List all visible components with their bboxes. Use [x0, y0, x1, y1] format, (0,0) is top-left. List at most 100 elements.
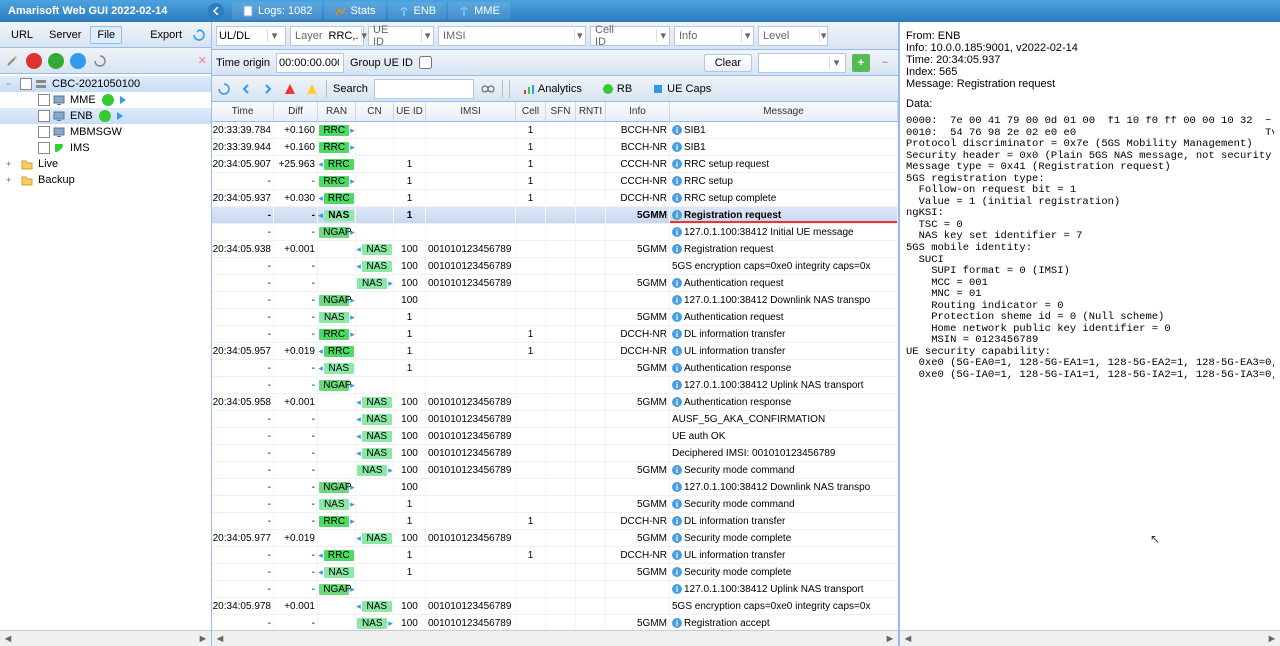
col-header-time[interactable]: Time — [212, 102, 274, 121]
refresh-logs-icon[interactable] — [216, 81, 232, 97]
play-icon[interactable] — [117, 112, 123, 120]
record-icon[interactable] — [26, 53, 42, 69]
next-icon[interactable] — [260, 81, 276, 97]
tree-node-ims[interactable]: IMS — [0, 140, 211, 156]
group-ueid-checkbox[interactable] — [419, 56, 432, 69]
log-row[interactable]: 20:34:05.907+25.963◂RRC11CCCH-NRiRRC set… — [212, 156, 898, 173]
tree-node-backup[interactable]: +Backup — [0, 172, 211, 188]
col-header-info[interactable]: Info — [606, 102, 670, 121]
tree-checkbox[interactable] — [38, 142, 50, 154]
circle-icon[interactable] — [70, 53, 86, 69]
col-header-ran[interactable]: RAN — [318, 102, 356, 121]
file-button[interactable]: File — [90, 26, 122, 44]
col-header-ue-id[interactable]: UE ID — [394, 102, 426, 121]
col-header-sfn[interactable]: SFN — [546, 102, 576, 121]
clear-button[interactable]: Clear — [704, 54, 752, 72]
log-row[interactable]: --◂NAS15GMMiSecurity mode complete — [212, 564, 898, 581]
log-row[interactable]: --◂NAS100001010123456789AUSF_5G_AKA_CONF… — [212, 411, 898, 428]
tree-checkbox[interactable] — [38, 94, 50, 106]
grid-scrollbar[interactable]: ◄► — [212, 630, 898, 646]
cellid-combo[interactable]: Cell ID▾ — [590, 26, 670, 46]
uldl-combo[interactable]: ▾ — [216, 26, 286, 46]
log-row[interactable]: --RRC▸11CCCH-NRiRRC setup — [212, 173, 898, 190]
collapse-sidebar-icon[interactable] — [208, 3, 224, 19]
log-row[interactable]: 20:34:05.938+0.001◂NAS100001010123456789… — [212, 241, 898, 258]
log-row[interactable]: --NGAP▸100i127.0.1.100:38412 Downlink NA… — [212, 292, 898, 309]
message-text: Registration request — [684, 210, 781, 221]
preset-combo[interactable]: ▾ — [758, 53, 846, 73]
tree-node-cbc-2021050100[interactable]: −CBC-2021050100 — [0, 76, 211, 92]
details-scrollbar[interactable]: ◄► — [900, 630, 1280, 646]
log-row[interactable]: --NAS▸1000010101234567895GMMiRegistratio… — [212, 615, 898, 630]
log-row[interactable]: --◂RRC11DCCH-NRiUL information transfer — [212, 547, 898, 564]
log-row[interactable]: --◂NAS15GMMiRegistration request — [212, 207, 898, 224]
sidebar-scrollbar[interactable]: ◄► — [0, 630, 211, 646]
time-origin-input[interactable] — [276, 53, 344, 73]
remove-filter-icon[interactable]: − — [876, 54, 894, 72]
imsi-combo[interactable]: IMSI▾ — [438, 26, 586, 46]
log-row[interactable]: --NGAP▸i127.0.1.100:38412 Uplink NAS tra… — [212, 581, 898, 598]
tree-checkbox[interactable] — [20, 78, 32, 90]
play-icon[interactable] — [120, 96, 126, 104]
log-row[interactable]: 20:33:39.784+0.160RRC▸1BCCH-NRiSIB1 — [212, 122, 898, 139]
log-row[interactable]: --NGAP▸i127.0.1.100:38412 Uplink NAS tra… — [212, 377, 898, 394]
col-header-cell[interactable]: Cell — [516, 102, 546, 121]
log-row[interactable]: 20:34:05.957+0.019◂RRC11DCCH-NRiUL infor… — [212, 343, 898, 360]
log-row[interactable]: 20:34:05.977+0.019◂NAS100001010123456789… — [212, 530, 898, 547]
log-row[interactable]: --◂NAS100001010123456789UE auth OK — [212, 428, 898, 445]
log-row[interactable]: --NGAP▸i127.0.1.100:38412 Initial UE mes… — [212, 224, 898, 241]
log-row[interactable]: 20:34:05.937+0.030◂RRC11DCCH-NRiRRC setu… — [212, 190, 898, 207]
analytics-button[interactable]: Analytics — [516, 80, 589, 98]
reload-icon[interactable] — [92, 53, 108, 69]
log-row[interactable]: --RRC▸11DCCH-NRiDL information transfer — [212, 326, 898, 343]
header-tab-mme[interactable]: MME — [448, 2, 510, 20]
col-header-diff[interactable]: Diff — [274, 102, 318, 121]
log-row[interactable]: --◂NAS15GMMiAuthentication response — [212, 360, 898, 377]
header-tab-stats[interactable]: Stats — [324, 2, 385, 20]
close-icon[interactable]: ✕ — [198, 54, 207, 67]
col-header-message[interactable]: Message — [670, 102, 898, 121]
header-tab-enb[interactable]: ENB — [388, 2, 447, 20]
tree-node-mbmsgw[interactable]: MBMSGW — [0, 124, 211, 140]
alert-icon[interactable] — [304, 81, 320, 97]
binoculars-icon[interactable] — [480, 81, 496, 97]
log-row[interactable]: --◂NAS1000010101234567895GS encryption c… — [212, 258, 898, 275]
col-header-rnti[interactable]: RNTI — [576, 102, 606, 121]
log-row[interactable]: --RRC▸11DCCH-NRiDL information transfer — [212, 513, 898, 530]
magic-icon[interactable] — [4, 53, 20, 69]
log-row[interactable]: --NAS▸1000010101234567895GMMiSecurity mo… — [212, 462, 898, 479]
tree-node-live[interactable]: +Live — [0, 156, 211, 172]
level-combo[interactable]: Level▾ — [758, 26, 828, 46]
log-row[interactable]: --NAS▸15GMMiAuthentication request — [212, 309, 898, 326]
server-button[interactable]: Server — [42, 26, 88, 44]
log-row[interactable]: --NAS▸15GMMiSecurity mode command — [212, 496, 898, 513]
warning-icon[interactable] — [282, 81, 298, 97]
log-row[interactable]: 20:34:05.978+0.001◂NAS100001010123456789… — [212, 598, 898, 615]
url-button[interactable]: URL — [4, 26, 40, 44]
col-header-imsi[interactable]: IMSI — [426, 102, 516, 121]
ok-icon[interactable] — [48, 53, 64, 69]
tree-node-mme[interactable]: MME — [0, 92, 211, 108]
grid-body[interactable]: 20:33:39.784+0.160RRC▸1BCCH-NRiSIB120:33… — [212, 122, 898, 630]
refresh-icon[interactable] — [191, 27, 207, 43]
uecaps-button[interactable]: UE Caps — [645, 80, 718, 98]
tree-checkbox[interactable] — [38, 126, 50, 138]
tree-checkbox[interactable] — [38, 110, 50, 122]
export-button[interactable]: Export — [143, 26, 189, 44]
log-row[interactable]: --◂NAS100001010123456789Deciphered IMSI:… — [212, 445, 898, 462]
tree-node-enb[interactable]: ENB — [0, 108, 211, 124]
info-combo[interactable]: Info▾ — [674, 26, 754, 46]
log-row[interactable]: --NGAP▸100i127.0.1.100:38412 Downlink NA… — [212, 479, 898, 496]
header-tab-logs--1082[interactable]: Logs: 1082 — [232, 2, 322, 20]
col-header-cn[interactable]: CN — [356, 102, 394, 121]
prev-icon[interactable] — [238, 81, 254, 97]
layer-combo[interactable]: Layer▾ — [290, 26, 364, 46]
ueid-combo[interactable]: UE ID▾ — [368, 26, 434, 46]
log-row[interactable]: 20:34:05.958+0.001◂NAS100001010123456789… — [212, 394, 898, 411]
log-row[interactable]: --NAS▸1000010101234567895GMMiAuthenticat… — [212, 275, 898, 292]
log-row[interactable]: 20:33:39.944+0.160RRC▸1BCCH-NRiSIB1 — [212, 139, 898, 156]
antenna-icon — [458, 5, 470, 17]
rb-button[interactable]: RB — [595, 80, 639, 98]
search-input[interactable] — [374, 79, 474, 99]
add-filter-icon[interactable]: + — [852, 54, 870, 72]
